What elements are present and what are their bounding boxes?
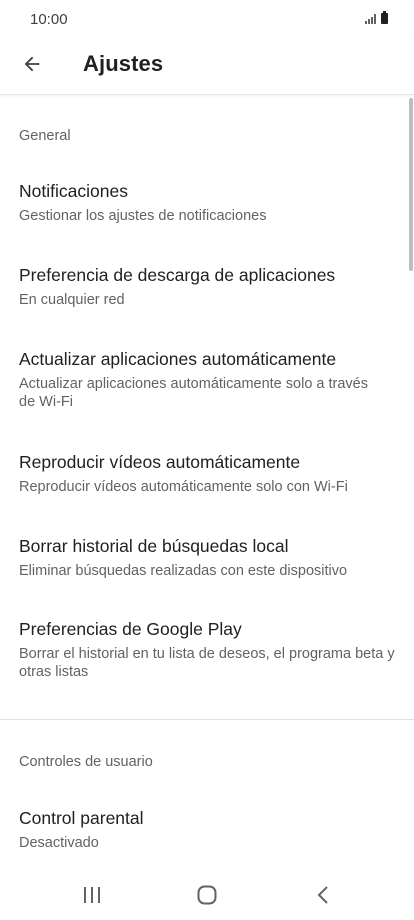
item-subtitle: Reproducir vídeos automáticamente solo c…	[19, 479, 348, 495]
item-title: Control parental	[19, 808, 144, 828]
section-header-general: General	[19, 128, 71, 144]
item-title: Reproducir vídeos automáticamente	[19, 452, 301, 472]
item-title: Notificaciones	[19, 181, 128, 201]
item-subtitle: En cualquier red	[19, 292, 125, 308]
item-title: Actualizar aplicaciones automáticamente	[19, 349, 337, 369]
item-title: Preferencias de Google Play	[19, 619, 242, 639]
setting-clear-search-history[interactable]: Borrar historial de búsquedas local Elim…	[0, 536, 414, 596]
back-icon	[317, 886, 328, 904]
status-bar: 10:00	[0, 0, 414, 40]
section-header-user-controls: Controles de usuario	[19, 754, 153, 770]
recent-apps-icon	[84, 887, 100, 903]
settings-list[interactable]: General Notificaciones Gestionar los aju…	[0, 95, 414, 870]
setting-download-preference[interactable]: Preferencia de descarga de aplicaciones …	[0, 265, 414, 325]
arrow-back-icon	[24, 56, 40, 72]
home-icon	[197, 885, 217, 905]
setting-notifications[interactable]: Notificaciones Gestionar los ajustes de …	[0, 181, 414, 241]
status-time: 10:00	[30, 11, 68, 28]
item-subtitle: Borrar el historial en tu lista de deseo…	[19, 646, 395, 680]
setting-auto-update-apps[interactable]: Actualizar aplicaciones automáticamente …	[0, 349, 414, 429]
status-icons	[365, 11, 388, 24]
back-button[interactable]	[16, 48, 48, 80]
setting-google-play-preferences[interactable]: Preferencias de Google Play Borrar el hi…	[0, 619, 414, 699]
signal-icon	[365, 14, 376, 24]
page-title: Ajustes	[83, 51, 164, 76]
setting-parental-control[interactable]: Control parental Desactivado	[0, 808, 414, 868]
item-subtitle: Actualizar aplicaciones automáticamente …	[19, 376, 368, 410]
item-title: Borrar historial de búsquedas local	[19, 536, 289, 556]
recent-apps-button[interactable]	[72, 882, 112, 908]
section-divider	[0, 719, 414, 720]
setting-autoplay-videos[interactable]: Reproducir vídeos automáticamente Reprod…	[0, 452, 414, 512]
item-subtitle: Desactivado	[19, 835, 99, 851]
scrollbar[interactable]	[409, 98, 413, 271]
nav-back-button[interactable]	[303, 882, 343, 908]
item-title: Preferencia de descarga de aplicaciones	[19, 265, 336, 285]
system-nav-bar	[0, 870, 414, 920]
home-button[interactable]	[187, 882, 227, 908]
item-subtitle: Eliminar búsquedas realizadas con este d…	[19, 563, 348, 579]
item-subtitle: Gestionar los ajustes de notificaciones	[19, 208, 267, 224]
app-bar: Ajustes	[0, 40, 414, 95]
battery-icon	[381, 11, 388, 24]
